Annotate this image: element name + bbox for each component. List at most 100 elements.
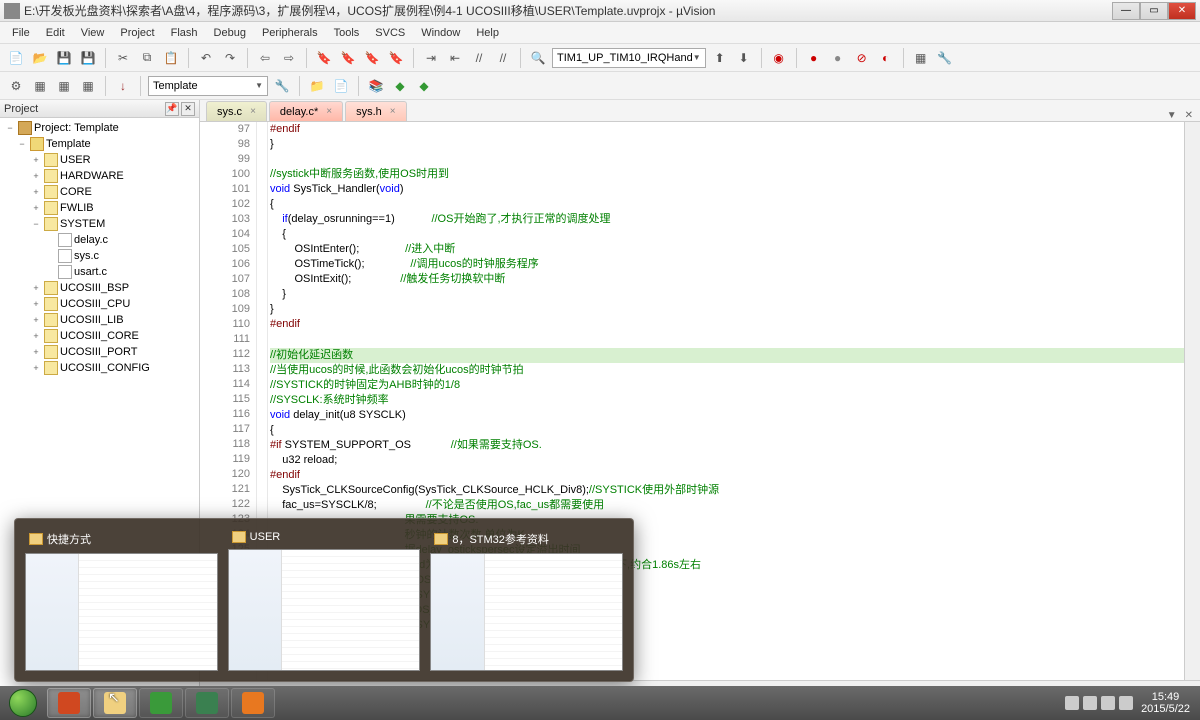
outdent-icon[interactable]: ⇤ (445, 48, 465, 68)
menu-project[interactable]: Project (112, 25, 162, 41)
uncomment-icon[interactable]: // (493, 48, 513, 68)
manage-icon[interactable]: 📁 (307, 76, 327, 96)
tab-delayc[interactable]: delay.c*× (269, 101, 343, 121)
menu-tools[interactable]: Tools (326, 25, 368, 41)
taskbar-app-keil[interactable] (185, 688, 229, 718)
translate-icon[interactable]: ⚙ (6, 76, 26, 96)
preview-window[interactable]: 快捷方式 (25, 529, 218, 671)
config-icon[interactable]: 🔧 (935, 48, 955, 68)
batch-build-icon[interactable]: ▦ (78, 76, 98, 96)
taskbar-app-orange[interactable] (231, 688, 275, 718)
menu-window[interactable]: Window (413, 25, 468, 41)
panel-close-icon[interactable]: ✕ (181, 102, 195, 116)
nav-back-icon[interactable]: ⇦ (255, 48, 275, 68)
indent-icon[interactable]: ⇥ (421, 48, 441, 68)
debug-icon[interactable]: ◉ (769, 48, 789, 68)
menu-edit[interactable]: Edit (38, 25, 73, 41)
target-combo[interactable]: Template ▼ (148, 76, 268, 96)
preview-thumbnail[interactable] (25, 553, 218, 671)
preview-window[interactable]: 8，STM32参考资料 (430, 529, 623, 671)
minimize-button[interactable]: — (1112, 2, 1140, 20)
tree-group-ucore[interactable]: +UCOSIII_CORE (2, 328, 197, 344)
paste-icon[interactable]: 📋 (161, 48, 181, 68)
copy-icon[interactable]: ⧉ (137, 48, 157, 68)
redo-icon[interactable]: ↷ (220, 48, 240, 68)
tree-file-usart[interactable]: usart.c (2, 264, 197, 280)
target-options-icon[interactable]: 🔧 (272, 76, 292, 96)
tree-group-cpu[interactable]: +UCOSIII_CPU (2, 296, 197, 312)
panel-pin-icon[interactable]: 📌 (165, 102, 179, 116)
start-button[interactable] (0, 686, 46, 720)
tab-sysc[interactable]: sys.c× (206, 101, 267, 121)
bookmark-icon[interactable]: 🔖 (314, 48, 334, 68)
system-tray[interactable]: 15:49 2015/5/22 (1065, 691, 1200, 715)
menu-peripherals[interactable]: Peripherals (254, 25, 326, 41)
tree-file-sys[interactable]: sys.c (2, 248, 197, 264)
tray-icon[interactable] (1065, 696, 1079, 710)
bookmark-next-icon[interactable]: 🔖 (362, 48, 382, 68)
taskbar-app-powerpoint[interactable] (47, 688, 91, 718)
comment-icon[interactable]: // (469, 48, 489, 68)
download-icon[interactable]: ↓ (113, 76, 133, 96)
tray-icon[interactable] (1119, 696, 1133, 710)
tree-group-user[interactable]: +USER (2, 152, 197, 168)
tree-root[interactable]: −Project: Template (2, 120, 197, 136)
breakpoint-disable-icon[interactable]: ● (828, 48, 848, 68)
bookmark-clear-icon[interactable]: 🔖 (386, 48, 406, 68)
tab-close-all-icon[interactable]: ✕ (1182, 110, 1196, 121)
tree-group-fwlib[interactable]: +FWLIB (2, 200, 197, 216)
tree-target[interactable]: −Template (2, 136, 197, 152)
taskbar-app-green[interactable] (139, 688, 183, 718)
tree-group-hardware[interactable]: +HARDWARE (2, 168, 197, 184)
new-file-icon[interactable]: 📄 (6, 48, 26, 68)
tab-close-icon[interactable]: × (250, 106, 256, 117)
tray-icon[interactable] (1101, 696, 1115, 710)
preview-window[interactable]: USER (228, 529, 421, 671)
clock[interactable]: 15:49 2015/5/22 (1141, 691, 1190, 715)
open-file-icon[interactable]: 📂 (30, 48, 50, 68)
books-icon[interactable]: 📚 (366, 76, 386, 96)
undo-icon[interactable]: ↶ (196, 48, 216, 68)
menu-view[interactable]: View (73, 25, 113, 41)
taskbar-app-explorer[interactable] (93, 688, 137, 718)
save-icon[interactable]: 💾 (54, 48, 74, 68)
bookmark-prev-icon[interactable]: 🔖 (338, 48, 358, 68)
breakpoint-icon[interactable]: ● (804, 48, 824, 68)
tree-group-bsp[interactable]: +UCOSIII_BSP (2, 280, 197, 296)
preview-thumbnail[interactable] (430, 553, 623, 671)
menu-flash[interactable]: Flash (163, 25, 206, 41)
breakpoint-enable-icon[interactable]: ◐ (876, 48, 896, 68)
preview-thumbnail[interactable] (228, 549, 421, 671)
maximize-button[interactable]: ▭ (1140, 2, 1168, 20)
tray-icon[interactable] (1083, 696, 1097, 710)
rte-icon[interactable]: ◆ (414, 76, 434, 96)
nav-fwd-icon[interactable]: ⇨ (279, 48, 299, 68)
build-icon[interactable]: ▦ (30, 76, 50, 96)
menu-help[interactable]: Help (468, 25, 507, 41)
tab-dropdown-icon[interactable]: ▼ (1164, 110, 1180, 121)
close-button[interactable]: ✕ (1168, 2, 1196, 20)
find-next-icon[interactable]: ⬇ (734, 48, 754, 68)
menu-svcs[interactable]: SVCS (367, 25, 413, 41)
function-combo[interactable]: TIM1_UP_TIM10_IRQHand ▼ (552, 48, 706, 68)
tree-file-delay[interactable]: delay.c (2, 232, 197, 248)
tree-group-lib[interactable]: +UCOSIII_LIB (2, 312, 197, 328)
menu-file[interactable]: File (4, 25, 38, 41)
find-prev-icon[interactable]: ⬆ (710, 48, 730, 68)
file-ext-icon[interactable]: 📄 (331, 76, 351, 96)
tab-sysh[interactable]: sys.h× (345, 101, 407, 121)
pack-icon[interactable]: ◆ (390, 76, 410, 96)
cut-icon[interactable]: ✂ (113, 48, 133, 68)
rebuild-icon[interactable]: ▦ (54, 76, 74, 96)
menu-debug[interactable]: Debug (206, 25, 254, 41)
window-icon[interactable]: ▦ (911, 48, 931, 68)
tree-group-core[interactable]: +CORE (2, 184, 197, 200)
tab-close-icon[interactable]: × (390, 106, 396, 117)
vertical-scrollbar[interactable] (1184, 122, 1200, 680)
save-all-icon[interactable]: 💾 (78, 48, 98, 68)
tab-close-icon[interactable]: × (326, 106, 332, 117)
tree-group-system[interactable]: −SYSTEM (2, 216, 197, 232)
find-icon[interactable]: 🔍 (528, 48, 548, 68)
tree-group-port[interactable]: +UCOSIII_PORT (2, 344, 197, 360)
breakpoint-kill-icon[interactable]: ⊘ (852, 48, 872, 68)
